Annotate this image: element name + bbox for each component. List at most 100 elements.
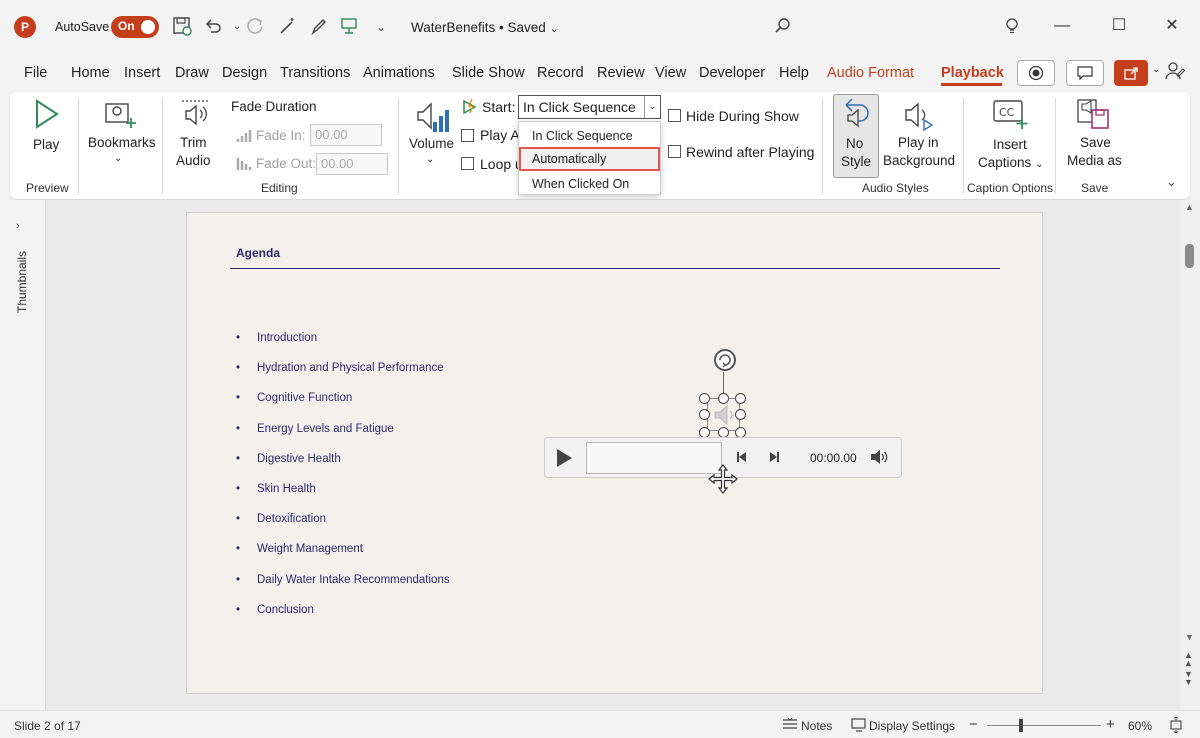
loop-label[interactable]: Loop u — [480, 156, 523, 172]
save-icon[interactable] — [171, 16, 193, 38]
slide-title[interactable]: Agenda — [236, 246, 280, 260]
trim-audio-label-1[interactable]: Trim — [180, 134, 207, 152]
tab-view[interactable]: View — [655, 65, 686, 81]
display-settings-button[interactable]: Display Settings — [869, 719, 955, 733]
tab-audio-format[interactable]: Audio Format — [827, 65, 914, 81]
collapse-ribbon-icon[interactable]: ⌄ — [1166, 174, 1177, 190]
resize-handle[interactable] — [735, 393, 746, 404]
save-media-label-2[interactable]: Media as — [1067, 152, 1122, 170]
record-button[interactable] — [1017, 60, 1055, 86]
volume-icon[interactable] — [415, 100, 451, 137]
play-across-slides-checkbox[interactable] — [461, 129, 474, 142]
zoom-in-button[interactable]: + — [1106, 716, 1115, 733]
autosave-toggle[interactable]: On — [111, 16, 159, 38]
previous-slide-icon[interactable]: ▲ ▲ — [1184, 651, 1193, 668]
chevron-down-icon[interactable]: ⌄ — [644, 96, 660, 118]
coauthor-icon[interactable] — [1164, 60, 1186, 85]
fade-out-input[interactable]: 00.00 — [316, 153, 388, 175]
pen-icon[interactable] — [308, 16, 330, 38]
loop-until-stopped-checkbox[interactable] — [461, 157, 474, 170]
customize-qat-icon[interactable]: ⌄ — [370, 16, 392, 38]
tab-animations[interactable]: Animations — [363, 65, 435, 81]
rewind-after-playing-label[interactable]: Rewind after Playing — [686, 144, 814, 160]
rewind-after-playing-checkbox[interactable] — [668, 145, 681, 158]
fade-in-input[interactable]: 00.00 — [310, 124, 382, 146]
zoom-level[interactable]: 60% — [1128, 719, 1152, 733]
play-across-slides-label[interactable]: Play A — [480, 127, 520, 143]
insert-captions-label-2[interactable]: Captions ⌄ — [978, 154, 1043, 174]
save-media-icon[interactable] — [1076, 98, 1112, 133]
notes-button[interactable]: Notes — [801, 719, 832, 733]
maximize-icon[interactable]: ☐ — [1107, 14, 1131, 38]
magic-wand-icon[interactable] — [276, 16, 298, 38]
play-in-background-label-1[interactable]: Play in — [898, 134, 939, 152]
present-icon[interactable] — [338, 16, 360, 38]
play-in-background-label-2[interactable]: Background — [883, 152, 955, 170]
bookmarks-dropdown-icon[interactable]: ⌄ — [114, 150, 122, 168]
tab-design[interactable]: Design — [222, 65, 267, 81]
tab-home[interactable]: Home — [71, 65, 110, 81]
resize-handle[interactable] — [718, 393, 729, 404]
dropdown-option-automatically[interactable]: Automatically — [519, 147, 660, 171]
player-volume-icon[interactable] — [869, 449, 889, 468]
tab-review[interactable]: Review — [597, 65, 645, 81]
scroll-down-icon[interactable]: ▼ — [1185, 632, 1194, 642]
scroll-up-icon[interactable]: ▲ — [1185, 202, 1194, 212]
tab-transitions[interactable]: Transitions — [280, 65, 350, 81]
document-title[interactable]: WaterBenefits • Saved ⌄ — [411, 20, 559, 35]
resize-handle[interactable] — [735, 409, 746, 420]
next-slide-icon[interactable]: ▼ ▼ — [1184, 670, 1193, 687]
start-select[interactable]: In Click Sequence ⌄ — [518, 95, 661, 119]
player-progress-bar[interactable] — [586, 442, 722, 474]
redo-icon[interactable] — [245, 16, 267, 38]
dropdown-option-in-click-sequence[interactable]: In Click Sequence — [519, 124, 660, 148]
dropdown-option-when-clicked-on[interactable]: When Clicked On — [519, 172, 660, 196]
no-style-button[interactable]: No Style — [833, 94, 879, 178]
move-handle-icon[interactable] — [707, 463, 739, 498]
save-media-label-1[interactable]: Save — [1080, 134, 1111, 152]
tab-draw[interactable]: Draw — [175, 65, 209, 81]
undo-icon[interactable] — [202, 16, 224, 38]
skip-forward-icon[interactable] — [767, 450, 781, 467]
resize-handle[interactable] — [699, 409, 710, 420]
insert-captions-label-1[interactable]: Insert — [993, 136, 1027, 154]
insert-captions-icon[interactable]: CC — [992, 98, 1028, 133]
play-in-background-icon[interactable] — [902, 100, 934, 135]
share-button[interactable] — [1114, 60, 1148, 86]
trim-audio-label-2[interactable]: Audio — [176, 152, 211, 170]
fit-slide-icon[interactable] — [1168, 716, 1184, 736]
tab-record[interactable]: Record — [537, 65, 584, 81]
scrollbar-thumb[interactable] — [1185, 244, 1194, 268]
comments-button[interactable] — [1066, 60, 1104, 86]
tab-playback[interactable]: Playback — [941, 65, 1004, 81]
tab-slide-show[interactable]: Slide Show — [452, 65, 525, 81]
display-settings-icon[interactable] — [851, 718, 867, 735]
tab-developer[interactable]: Developer — [699, 65, 765, 81]
resize-handle[interactable] — [699, 393, 710, 404]
rotate-handle-icon[interactable] — [710, 347, 740, 378]
tab-insert[interactable]: Insert — [124, 65, 160, 81]
close-icon[interactable]: ✕ — [1160, 14, 1184, 38]
zoom-out-button[interactable]: − — [969, 716, 978, 733]
volume-dropdown-icon[interactable]: ⌄ — [426, 151, 434, 169]
hide-during-show-checkbox[interactable] — [668, 109, 681, 122]
zoom-slider-track[interactable] — [987, 725, 1101, 726]
minimize-icon[interactable]: — — [1050, 14, 1074, 38]
expand-thumbnails-icon[interactable]: › — [16, 220, 20, 232]
vertical-scrollbar[interactable]: ▲ ▼ ▲ ▲ ▼ ▼ — [1180, 200, 1200, 710]
search-icon[interactable] — [771, 16, 793, 38]
hide-during-show-label[interactable]: Hide During Show — [686, 108, 799, 124]
play-icon[interactable] — [33, 98, 61, 133]
trim-audio-icon[interactable] — [180, 98, 210, 133]
agenda-list[interactable]: • Introduction • Hydration and Physical Pe… — [236, 332, 450, 634]
lightbulb-icon[interactable] — [1001, 16, 1023, 38]
notes-icon[interactable] — [782, 717, 798, 735]
play-button[interactable]: Play — [33, 136, 59, 154]
share-dropdown-icon[interactable]: ⌄ — [1152, 64, 1160, 75]
tab-file[interactable]: File — [24, 65, 47, 81]
zoom-slider-thumb[interactable] — [1019, 719, 1023, 732]
player-play-icon[interactable] — [557, 449, 572, 467]
thumbnails-label[interactable]: Thumbnails — [15, 246, 29, 318]
tab-help[interactable]: Help — [779, 65, 809, 81]
bookmark-icon[interactable] — [104, 100, 138, 133]
